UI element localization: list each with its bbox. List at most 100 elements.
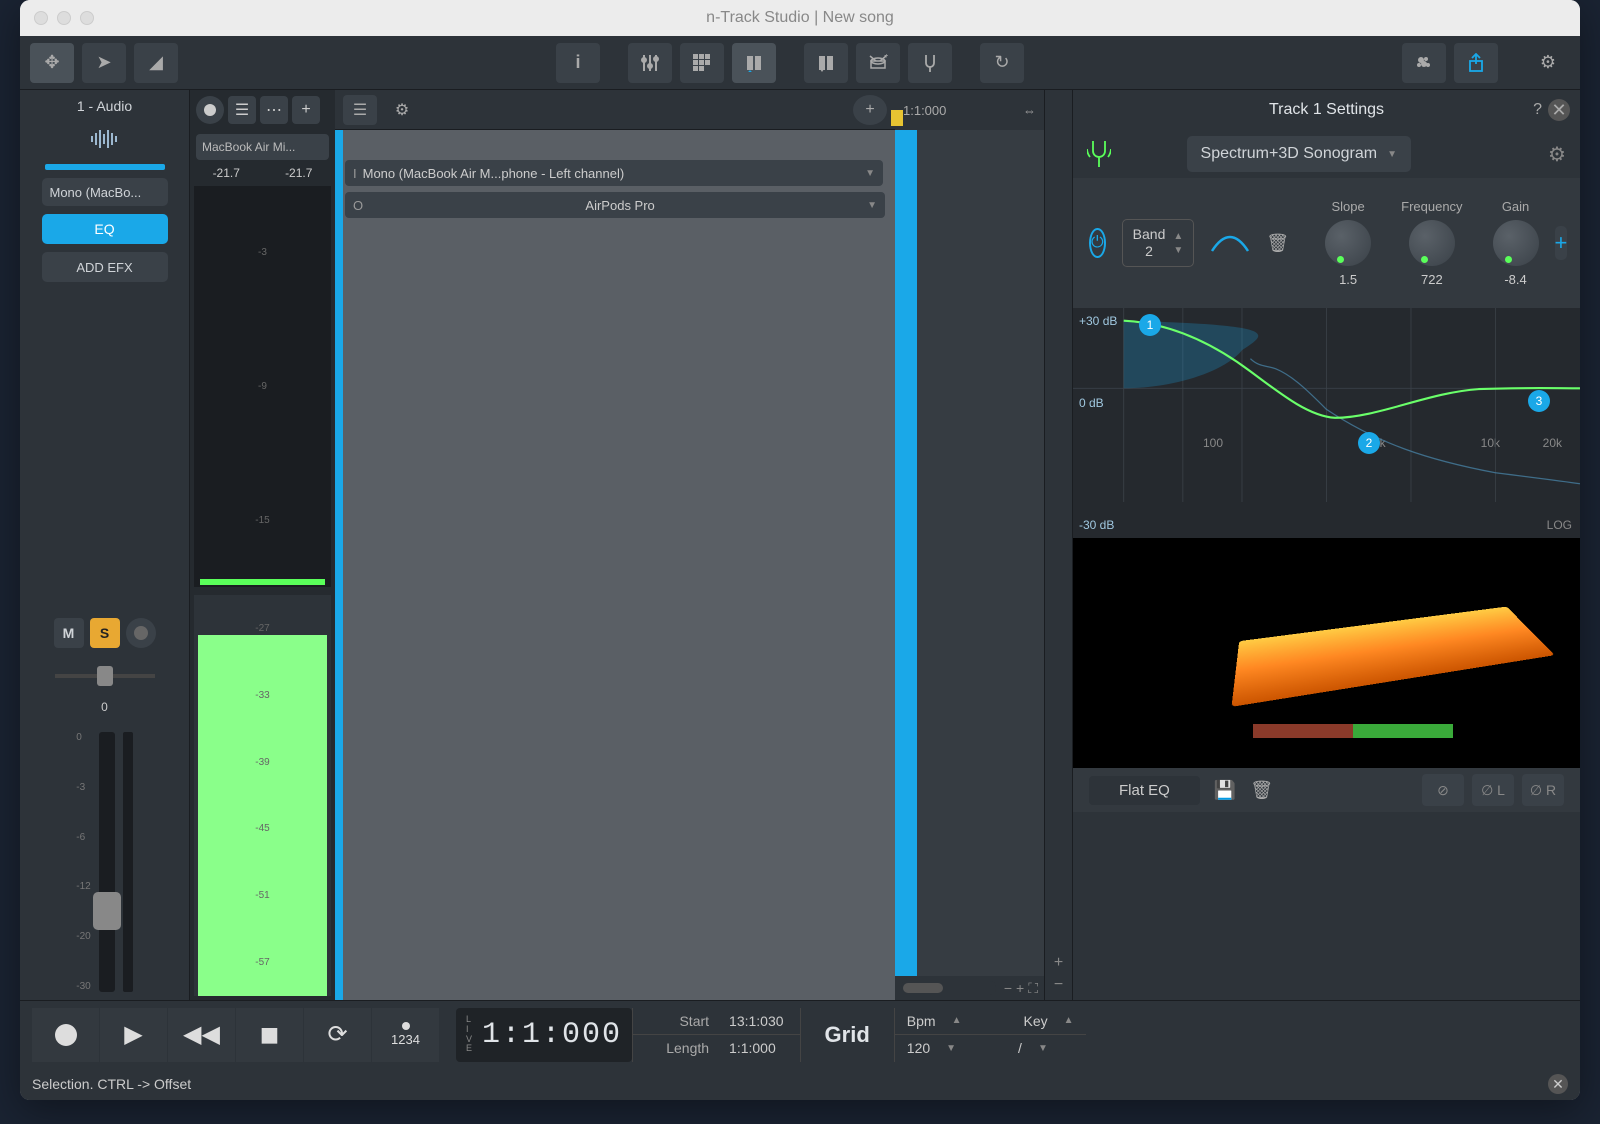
zoom-in-h-icon[interactable]: + [1016,980,1024,996]
frequency-label: Frequency [1401,199,1462,214]
close-window-icon[interactable] [34,11,48,25]
meter-add-icon[interactable]: + [292,96,320,124]
bpm-down-icon[interactable]: ▼ [946,1043,956,1054]
svg-text:+: + [884,54,888,60]
arrange-view-button[interactable] [732,43,776,83]
track-meter [123,732,133,992]
eq-node-1[interactable]: 1 [1139,314,1161,336]
track-name-label: 1 - Audio [77,98,132,114]
move-tool-button[interactable]: ✥ [30,43,74,83]
refresh-button[interactable]: ↻ [980,43,1024,83]
cloud-button[interactable] [1402,43,1446,83]
band-up-icon[interactable]: ▲ [1173,231,1183,242]
delete-preset-icon[interactable]: 🗑 [1250,780,1273,801]
slope-knob[interactable] [1325,220,1371,266]
panel-gear-icon[interactable]: ⚙ [1548,142,1566,167]
solo-button[interactable]: S [90,618,120,648]
window-title: n-Track Studio | New song [20,9,1580,27]
sonogram-3d[interactable] [1073,538,1580,768]
minimize-window-icon[interactable] [57,11,71,25]
output-routing-row[interactable]: O AirPods Pro ▼ [345,192,885,218]
delete-band-icon[interactable]: 🗑 [1266,233,1289,254]
main-toolbar: ✥ ➤ ◢ i + ↻ [20,36,1580,90]
drums-button[interactable]: + [856,43,900,83]
timeline-body[interactable] [895,130,1044,976]
pan-value: 0 [101,700,108,714]
arm-record-button[interactable] [126,618,156,648]
input-device-chip[interactable]: MacBook Air Mi... [196,134,329,160]
status-close-icon[interactable]: ✕ [1548,1074,1568,1094]
timeline-scrollbar[interactable] [901,981,996,995]
zoom-window-icon[interactable] [80,11,94,25]
settings-gear-icon[interactable]: ⚙ [1526,43,1570,83]
eq-power-button[interactable]: ⏻ [1089,228,1106,258]
eq-node-2[interactable]: 2 [1358,432,1380,454]
gain-knob[interactable] [1493,220,1539,266]
record-button[interactable] [32,1008,100,1062]
routing-panel: ☰ ⚙ + I Mono (MacBook Air M...phone - Le… [335,90,895,1000]
volume-fader[interactable] [99,732,115,992]
eq-button[interactable]: EQ [42,214,168,244]
pointer-tool-button[interactable]: ➤ [82,43,126,83]
phase-left-button[interactable]: ∅ L [1472,774,1514,806]
grid-button[interactable] [680,43,724,83]
zoom-out-h-icon[interactable]: − [1004,980,1012,996]
settings-title: Track 1 Settings [1269,101,1384,119]
zoom-in-v-icon[interactable]: + [1054,954,1063,972]
fade-tool-button[interactable]: ◢ [134,43,178,83]
waveform-icon [90,128,120,150]
routing-gear-icon[interactable]: ⚙ [385,95,419,125]
gain-label: Gain [1502,199,1529,214]
mixer-button[interactable] [628,43,672,83]
filter-curve-icon[interactable] [1210,231,1250,255]
routing-filter-icon[interactable]: ☰ [343,95,377,125]
pan-slider[interactable] [55,662,155,690]
info-button[interactable]: i [556,43,600,83]
clip-view-button[interactable] [804,43,848,83]
eq-node-3[interactable]: 3 [1528,390,1550,412]
time-display: LIVE 1:1:000 [456,1008,632,1062]
time-readout: 1:1:000 [482,1018,622,1052]
bpm-up-icon[interactable]: ▲ [952,1015,962,1026]
rewind-button[interactable]: ◀◀ [168,1008,236,1062]
key-up-icon[interactable]: ▲ [1064,1015,1074,1026]
phase-right-button[interactable]: ∅ R [1522,774,1564,806]
grid-mode-button[interactable]: Grid [800,1008,894,1062]
fit-width-icon[interactable]: ⇔ [1023,103,1036,118]
eq-band-controls: ⏻ Band2 ▲▼ 🗑 Slope 1.5 [1073,178,1580,308]
waveform-preview: -27-33-39-45-51-57 [194,595,331,996]
input-selector[interactable]: Mono (MacBo... [42,178,168,206]
share-button[interactable] [1454,43,1498,83]
eq-graph[interactable]: +30 dB 0 dB -30 dB 100 1k 10k 20k LOG [1073,308,1580,538]
add-efx-button[interactable]: ADD EFX [42,252,168,282]
routing-add-icon[interactable]: + [853,95,887,125]
phase-invert-button[interactable]: ⊘ [1422,774,1464,806]
meter-menu-icon[interactable]: ☰ [228,96,256,124]
loop-button[interactable]: ⟳ [304,1008,372,1062]
zoom-out-v-icon[interactable]: − [1054,976,1063,994]
play-button[interactable]: ▶ [100,1008,168,1062]
flat-eq-button[interactable]: Flat EQ [1089,776,1200,805]
timeline-position: 1:1:000 [903,103,946,118]
track-meter-panel: ☰ ⋯ + MacBook Air Mi... -21.7-21.7 -3-9-… [190,90,335,1000]
key-down-icon[interactable]: ▼ [1038,1043,1048,1054]
status-text: Selection. CTRL -> Offset [32,1076,191,1092]
band-selector[interactable]: Band2 ▲▼ [1122,219,1195,267]
tuning-fork-icon[interactable] [1087,139,1111,169]
meter-more-icon[interactable]: ⋯ [260,96,288,124]
input-routing-row[interactable]: I Mono (MacBook Air M...phone - Left cha… [345,160,883,186]
count-in-button[interactable]: 1234 [372,1008,440,1062]
stop-button[interactable]: ◼ [236,1008,304,1062]
meter-record-icon[interactable] [196,96,224,124]
close-icon[interactable]: ✕ [1548,99,1570,121]
tuning-button[interactable] [908,43,952,83]
band-down-icon[interactable]: ▼ [1173,245,1183,256]
save-preset-icon[interactable]: 💾 [1214,780,1236,801]
fullscreen-icon[interactable]: ⛶ [1028,980,1038,997]
track-level-indicator [45,164,165,170]
add-band-button[interactable]: + [1555,226,1568,260]
mute-button[interactable]: M [54,618,84,648]
frequency-knob[interactable] [1409,220,1455,266]
help-icon[interactable]: ? [1533,101,1542,119]
view-mode-selector[interactable]: Spectrum+3D Sonogram▼ [1187,136,1411,172]
